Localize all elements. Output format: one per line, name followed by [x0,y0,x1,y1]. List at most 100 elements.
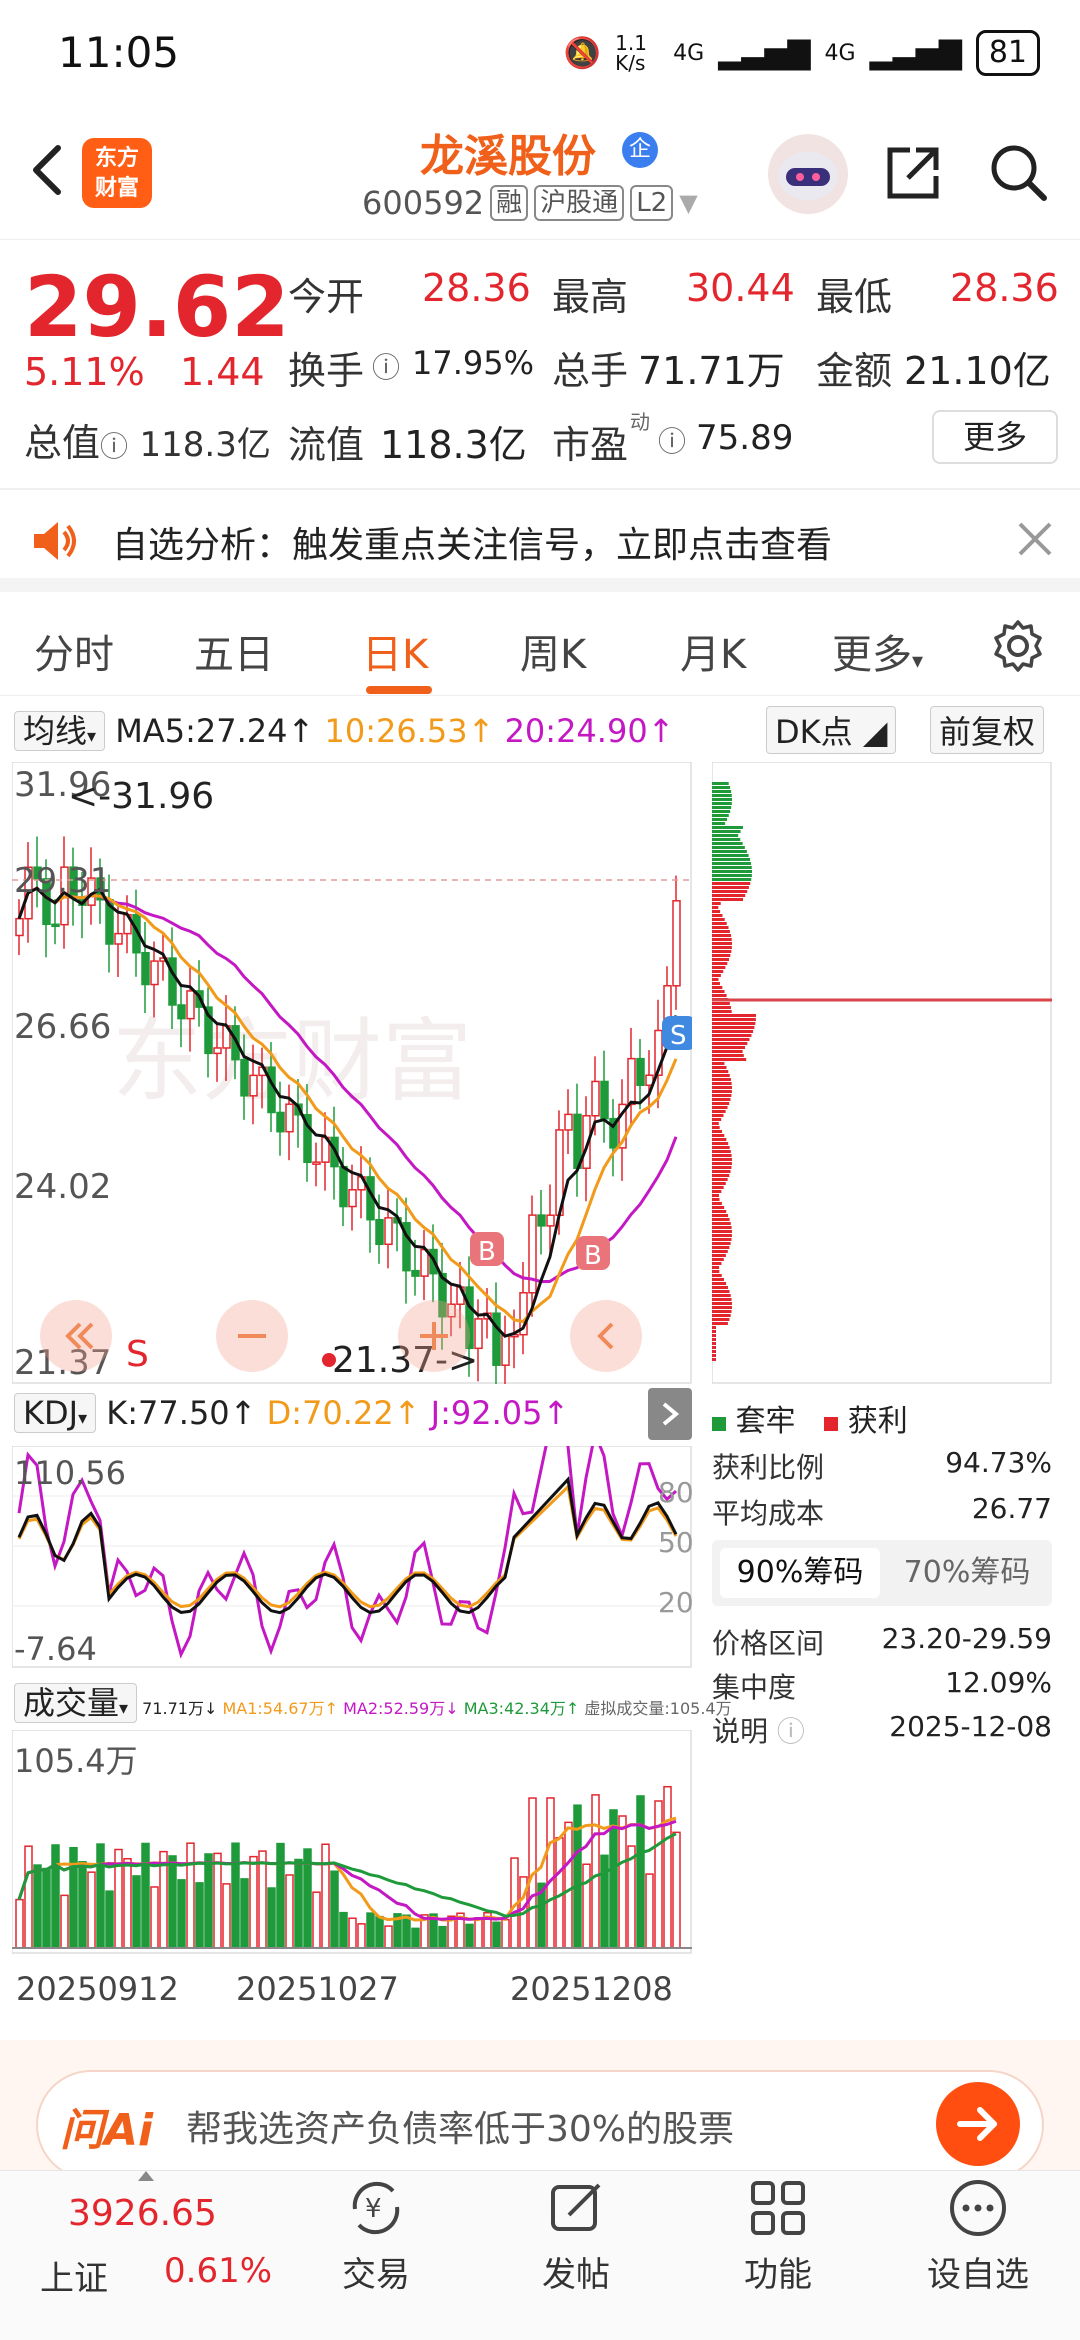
volume-bar [663,1785,672,1949]
speaker-icon [34,522,76,560]
volume-bar [78,1861,87,1949]
zoom-out-button[interactable] [216,1300,288,1372]
volume-bar [492,1921,501,1949]
chip-bar [712,1254,726,1257]
tab-chip-70[interactable]: 70%筹码 [892,1548,1042,1598]
info-icon[interactable]: ⓘ [372,346,400,386]
volume-selector[interactable]: 成交量▾ [14,1683,138,1723]
chip-bar [712,842,743,845]
chip-bar [712,1010,732,1013]
volume-bar [618,1815,627,1949]
volume-bar [258,1850,267,1949]
tab-daily-k[interactable]: 日K [362,622,428,680]
volume-bar [213,1852,222,1949]
chip-bar [712,1062,725,1065]
kdj-chart[interactable]: 110.56 -7.64 80 50 20 [12,1446,692,1668]
chip-bar [712,1326,716,1329]
candle-body [240,1058,249,1097]
notice-banner[interactable]: 自选分析：触发重点关注信号，立即点击查看 [0,492,1080,592]
current-price: 29.62 [24,258,290,356]
app-logo[interactable]: 东方 财富 [82,138,152,208]
volume-bar [321,1843,330,1949]
chip-bar [712,890,748,893]
chip-bar [712,1294,731,1297]
chip-bar [712,1218,730,1221]
note-row[interactable]: 说明 ⓘ 2025-12-08 [712,1710,1052,1750]
chip-bar [712,1274,722,1277]
chip-bar [712,970,724,973]
candle-body [501,1334,510,1366]
nav-trade[interactable]: ¥ 交易 [306,2171,446,2296]
price-adjust-button[interactable]: 前复权 [930,706,1045,754]
robot-assistant-icon[interactable] [768,134,848,214]
chip-bar [712,1318,730,1321]
ma-selector[interactable]: 均线▾ [14,711,106,751]
share-icon[interactable] [880,140,946,206]
volume-bar [24,1845,33,1949]
b-marker-1[interactable]: B [470,1232,504,1267]
tab-intraday[interactable]: 分时 [34,622,114,680]
candle-body [411,1269,420,1277]
stock-name[interactable]: 龙溪股份 [420,120,596,184]
chip-bar [712,1194,719,1197]
volume-bar [87,1871,96,1949]
ai-submit-arrow-icon[interactable] [936,2082,1020,2166]
date-label-3: 20251208 [510,1970,673,2008]
nav-post[interactable]: 发帖 [506,2171,646,2296]
tab-five-day[interactable]: 五日 [194,622,274,680]
tab-monthly-k[interactable]: 月K [680,622,746,680]
high-value: 30.44 [686,266,795,310]
nav-add-watchlist[interactable]: 设自选 [908,2171,1048,2296]
volume-bar [105,1890,114,1949]
ai-logo: 问Ai [60,2105,154,2156]
volume-bar [123,1858,132,1949]
ai-search-placeholder[interactable]: 帮我选资产负债率低于30%的股票 [186,2100,734,2152]
date-label-1: 20250912 [16,1970,179,2008]
tab-more[interactable]: 更多▾ [832,622,923,680]
volume-bar [168,1855,177,1949]
expand-indicator-button[interactable] [648,1388,692,1440]
nav-functions[interactable]: 功能 [708,2171,848,2296]
chip-bar [712,854,749,857]
index-ticker[interactable]: 3926.65 上证 0.61% [20,2171,280,2340]
tab-chip-90[interactable]: 90%筹码 [720,1548,880,1598]
chip-bar [712,1190,722,1193]
tag-l2: L2 [630,185,674,221]
candle-body [420,1248,429,1277]
tab-weekly-k[interactable]: 周K [520,622,586,680]
scroll-left-button[interactable] [570,1300,642,1372]
ma5-value: MA5:27.24↑ [115,712,315,750]
volume-chart[interactable]: 105.4万 [12,1730,692,1954]
info-icon[interactable]: ⓘ [658,420,686,460]
chip-bar [712,858,751,861]
close-icon[interactable] [1012,516,1058,562]
ma20-value: 20:24.90↑ [504,712,675,750]
back-arrow-icon[interactable] [20,140,80,200]
more-quote-button[interactable]: 更多 [932,410,1058,464]
axis-label-2: 29.31 [14,861,111,901]
gear-icon[interactable] [990,618,1046,674]
chip-bar [712,926,729,929]
kdj-selector[interactable]: KDJ▾ [14,1393,97,1433]
candle-body [114,932,123,945]
scroll-left-fast-button[interactable] [40,1300,112,1372]
b-marker-2[interactable]: B [576,1236,610,1271]
kline-chart[interactable]: 东方财富 31.96 29.31 26.66 24.02 21.37 <-31.… [12,762,692,1384]
status-time: 11:05 [58,28,180,77]
chip-bar [712,1242,731,1245]
zoom-in-button[interactable] [398,1300,470,1372]
chip-bar [712,1154,732,1157]
chip-bar [712,1074,730,1077]
turnover-value: 17.95% [412,344,535,382]
concentration-row: 集中度 12.09% [712,1666,1052,1704]
dk-point-button[interactable]: DK点 ◢ [766,706,897,754]
chip-distribution-chart[interactable] [712,762,1052,1384]
search-icon[interactable] [986,140,1052,206]
candle-body [213,1047,222,1055]
chip-bar [712,1022,756,1025]
candle-body [564,1113,573,1131]
volume-ma1: MA1:54.67万↑ [222,1699,339,1718]
s-marker[interactable]: S [662,1016,692,1051]
stock-code-row[interactable]: 600592 融 沪股通 L2 ▼ [362,184,698,222]
volume-legend: 成交量▾ 71.71万↓ MA1:54.67万↑ MA2:52.59万↓ MA3… [14,1678,732,1724]
